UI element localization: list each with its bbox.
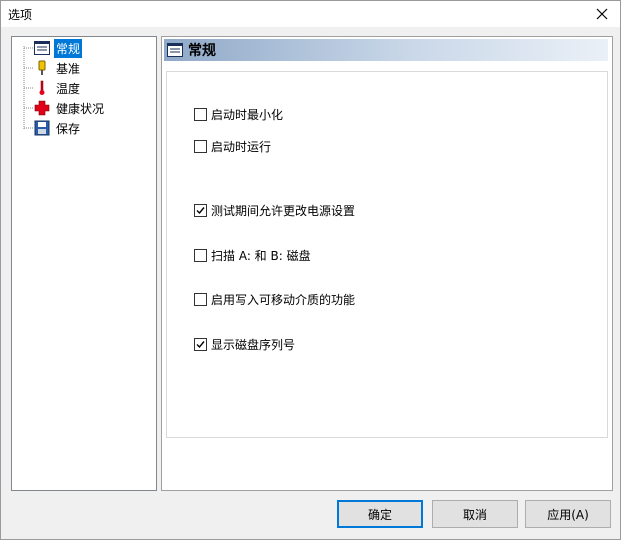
tree-item-label: 健康状况 bbox=[56, 101, 105, 116]
option-label: 测试期间允许更改电源设置 bbox=[211, 204, 356, 218]
settings-panel: 常规 启动时最小化 启动时运行 测试期间允许更改电源设置 扫描 A: 和 B: … bbox=[161, 36, 613, 491]
checkbox[interactable] bbox=[194, 204, 207, 217]
option-label: 启动时最小化 bbox=[211, 108, 284, 122]
ok-button[interactable]: 确定 bbox=[337, 500, 423, 528]
checkbox[interactable] bbox=[194, 293, 207, 306]
benchmark-icon bbox=[34, 60, 50, 76]
checkbox[interactable] bbox=[194, 338, 207, 351]
tree-item-label: 常规 bbox=[54, 38, 83, 58]
general-settings-icon bbox=[167, 42, 183, 58]
option-label: 启动时运行 bbox=[211, 140, 272, 154]
option-show-serial[interactable]: 显示磁盘序列号 bbox=[194, 336, 295, 353]
tree-item-label: 基准 bbox=[56, 61, 81, 76]
option-allow-power-settings[interactable]: 测试期间允许更改电源设置 bbox=[194, 202, 355, 219]
checkbox[interactable] bbox=[194, 108, 207, 121]
option-minimize-on-start[interactable]: 启动时最小化 bbox=[194, 106, 283, 123]
cancel-button[interactable]: 取消 bbox=[432, 500, 518, 528]
window-title: 选项 bbox=[8, 8, 33, 22]
checkbox[interactable] bbox=[194, 249, 207, 262]
tree-item-save[interactable]: 保存 bbox=[34, 119, 82, 137]
option-label: 扫描 A: 和 B: 磁盘 bbox=[211, 249, 311, 263]
section-header: 常规 bbox=[164, 39, 608, 61]
tree-item-health[interactable]: 健康状况 bbox=[34, 99, 106, 117]
floppy-disk-icon bbox=[34, 120, 50, 136]
cancel-button-label: 取消 bbox=[462, 507, 487, 522]
category-tree: 常规 基准 温度 健康状况 保存 bbox=[11, 36, 157, 491]
ok-button-label: 确定 bbox=[367, 507, 392, 522]
thermometer-icon bbox=[34, 80, 50, 96]
close-icon bbox=[596, 8, 608, 20]
title-bar: 选项 bbox=[1, 1, 620, 27]
tree-item-temperature[interactable]: 温度 bbox=[34, 79, 82, 97]
tree-item-label: 温度 bbox=[56, 81, 81, 96]
option-enable-removable-write[interactable]: 启用写入可移动介质的功能 bbox=[194, 291, 355, 308]
checkbox[interactable] bbox=[194, 140, 207, 153]
general-settings-icon bbox=[34, 40, 50, 56]
option-run-on-start[interactable]: 启动时运行 bbox=[194, 138, 271, 155]
tree-item-general[interactable]: 常规 bbox=[34, 38, 83, 58]
option-scan-floppy[interactable]: 扫描 A: 和 B: 磁盘 bbox=[194, 247, 311, 264]
options-dialog: 选项 常规 基准 温度 健康状况 保存 常规 启动时最小化 启动时运行 测试期间… bbox=[0, 0, 621, 540]
apply-button[interactable]: 应用(A) bbox=[525, 500, 611, 528]
section-title: 常规 bbox=[188, 43, 216, 59]
tree-item-label: 保存 bbox=[56, 121, 81, 136]
apply-button-label: 应用(A) bbox=[547, 507, 589, 522]
checkmark-icon bbox=[196, 341, 205, 349]
close-button[interactable] bbox=[588, 2, 616, 26]
option-label: 显示磁盘序列号 bbox=[211, 338, 296, 352]
checkmark-icon bbox=[196, 207, 205, 215]
tree-item-benchmark[interactable]: 基准 bbox=[34, 59, 82, 77]
option-label: 启用写入可移动介质的功能 bbox=[211, 293, 356, 307]
health-cross-icon bbox=[34, 100, 50, 116]
